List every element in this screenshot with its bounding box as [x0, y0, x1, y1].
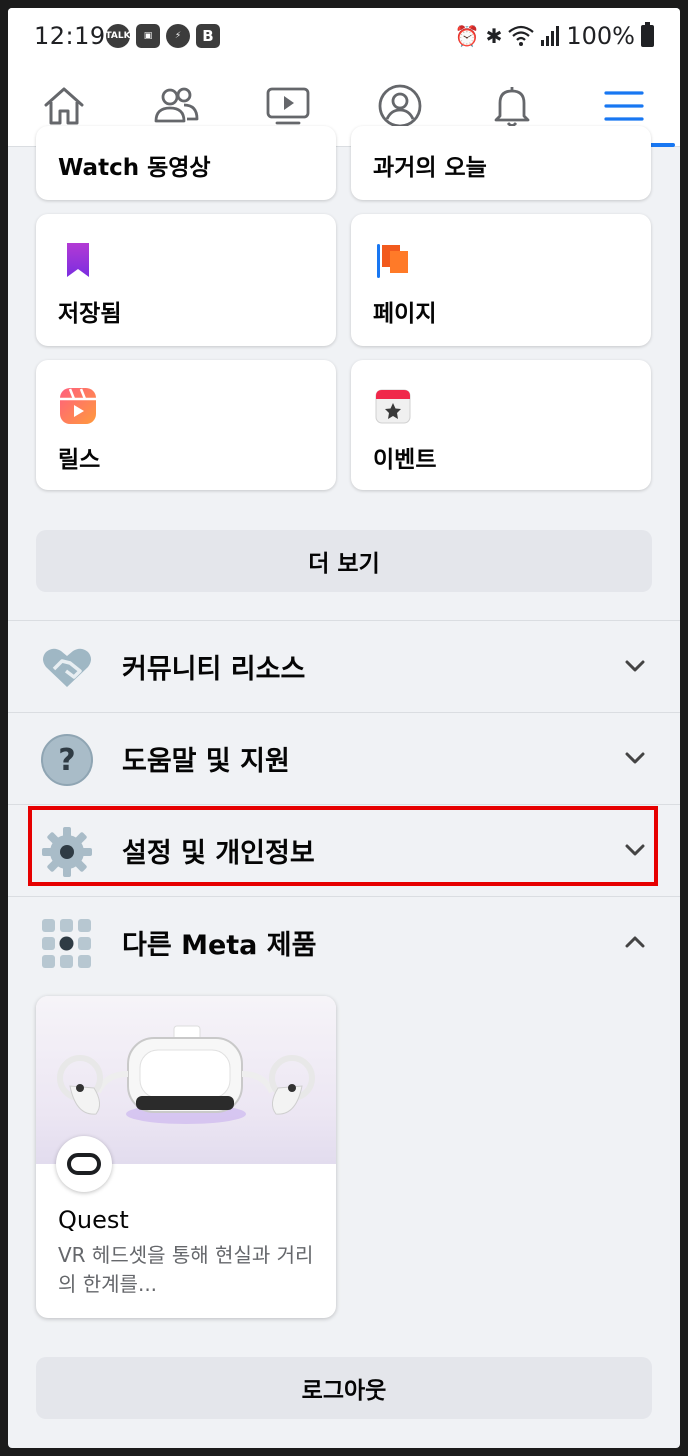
shortcut-label: 릴스 — [58, 447, 101, 473]
grid-icon — [42, 919, 91, 968]
status-time: 12:19 — [34, 22, 106, 50]
shortcut-label: 이벤트 — [373, 447, 437, 473]
handshake-icon — [43, 648, 91, 687]
section-label: 다른 Meta 제품 — [122, 930, 317, 961]
battery-icon — [641, 22, 654, 47]
section-help-support[interactable]: ? 도움말 및 지원 — [8, 713, 680, 803]
shortcut-label: 저장됨 — [58, 301, 122, 327]
product-description: VR 헤드셋을 통해 현실과 거리의 한계를... — [58, 1243, 314, 1296]
svg-text:?: ? — [58, 743, 75, 778]
shortcut-label: 과거의 오늘 — [373, 155, 487, 181]
flag-icon — [377, 244, 408, 278]
wifi-icon — [508, 25, 535, 46]
shortcut-reels[interactable]: 릴스 — [36, 360, 336, 490]
bell-icon — [494, 87, 530, 127]
shortcut-watch-videos[interactable]: Watch 동영상 — [36, 126, 336, 200]
kakaotalk-icon: TALK — [105, 24, 131, 48]
meta-product-card-quest[interactable]: Quest VR 헤드셋을 통해 현실과 거리의 한계를... — [36, 996, 336, 1318]
signal-icon — [541, 26, 560, 46]
section-other-meta-products[interactable]: 다른 Meta 제품 — [8, 897, 680, 987]
b-app-icon: B — [196, 24, 220, 48]
logout-button[interactable]: 로그아웃 — [36, 1357, 652, 1419]
bookmark-icon — [67, 243, 89, 277]
chevron-down-icon — [625, 660, 645, 672]
section-community-resources[interactable]: 커뮤니티 리소스 — [8, 621, 680, 711]
screen: 12:19 TALK ▣ ⚡ B ⏰ ✱ 100% Watch 동영상 과거의 … — [8, 8, 680, 1448]
profile-icon — [378, 84, 422, 128]
reels-icon — [60, 388, 96, 424]
bluetooth-icon: ✱ — [485, 24, 503, 48]
status-bar: 12:19 TALK ▣ ⚡ B ⏰ ✱ 100% — [8, 8, 680, 66]
shortcut-pages[interactable]: 페이지 — [351, 214, 651, 346]
home-icon — [44, 87, 84, 125]
product-title: Quest — [58, 1206, 129, 1234]
shortcut-label: 페이지 — [373, 301, 437, 327]
shortcut-memories[interactable]: 과거의 오늘 — [351, 126, 651, 200]
see-more-button[interactable]: 더 보기 — [36, 530, 652, 592]
chevron-down-icon — [625, 752, 645, 764]
section-label: 도움말 및 지원 — [122, 746, 290, 777]
watch-video-icon — [266, 87, 310, 125]
question-icon: ? — [41, 734, 93, 786]
menu-icon — [604, 91, 644, 121]
chevron-up-icon — [625, 936, 645, 948]
shortcut-saved[interactable]: 저장됨 — [36, 214, 336, 346]
shortcut-events[interactable]: 이벤트 — [351, 360, 651, 490]
highlight-box — [28, 806, 658, 886]
battery-percent: 100% — [566, 22, 635, 50]
gallery-icon: ▣ — [136, 24, 160, 48]
quest-logo-badge — [56, 1136, 112, 1192]
friends-icon — [154, 87, 199, 123]
quest-logo-icon — [67, 1153, 101, 1175]
shortcut-label: Watch 동영상 — [58, 155, 211, 181]
calendar-star-icon — [375, 389, 411, 424]
power-icon: ⚡ — [166, 24, 190, 48]
section-label: 커뮤니티 리소스 — [122, 654, 306, 685]
alarm-icon: ⏰ — [454, 24, 480, 48]
